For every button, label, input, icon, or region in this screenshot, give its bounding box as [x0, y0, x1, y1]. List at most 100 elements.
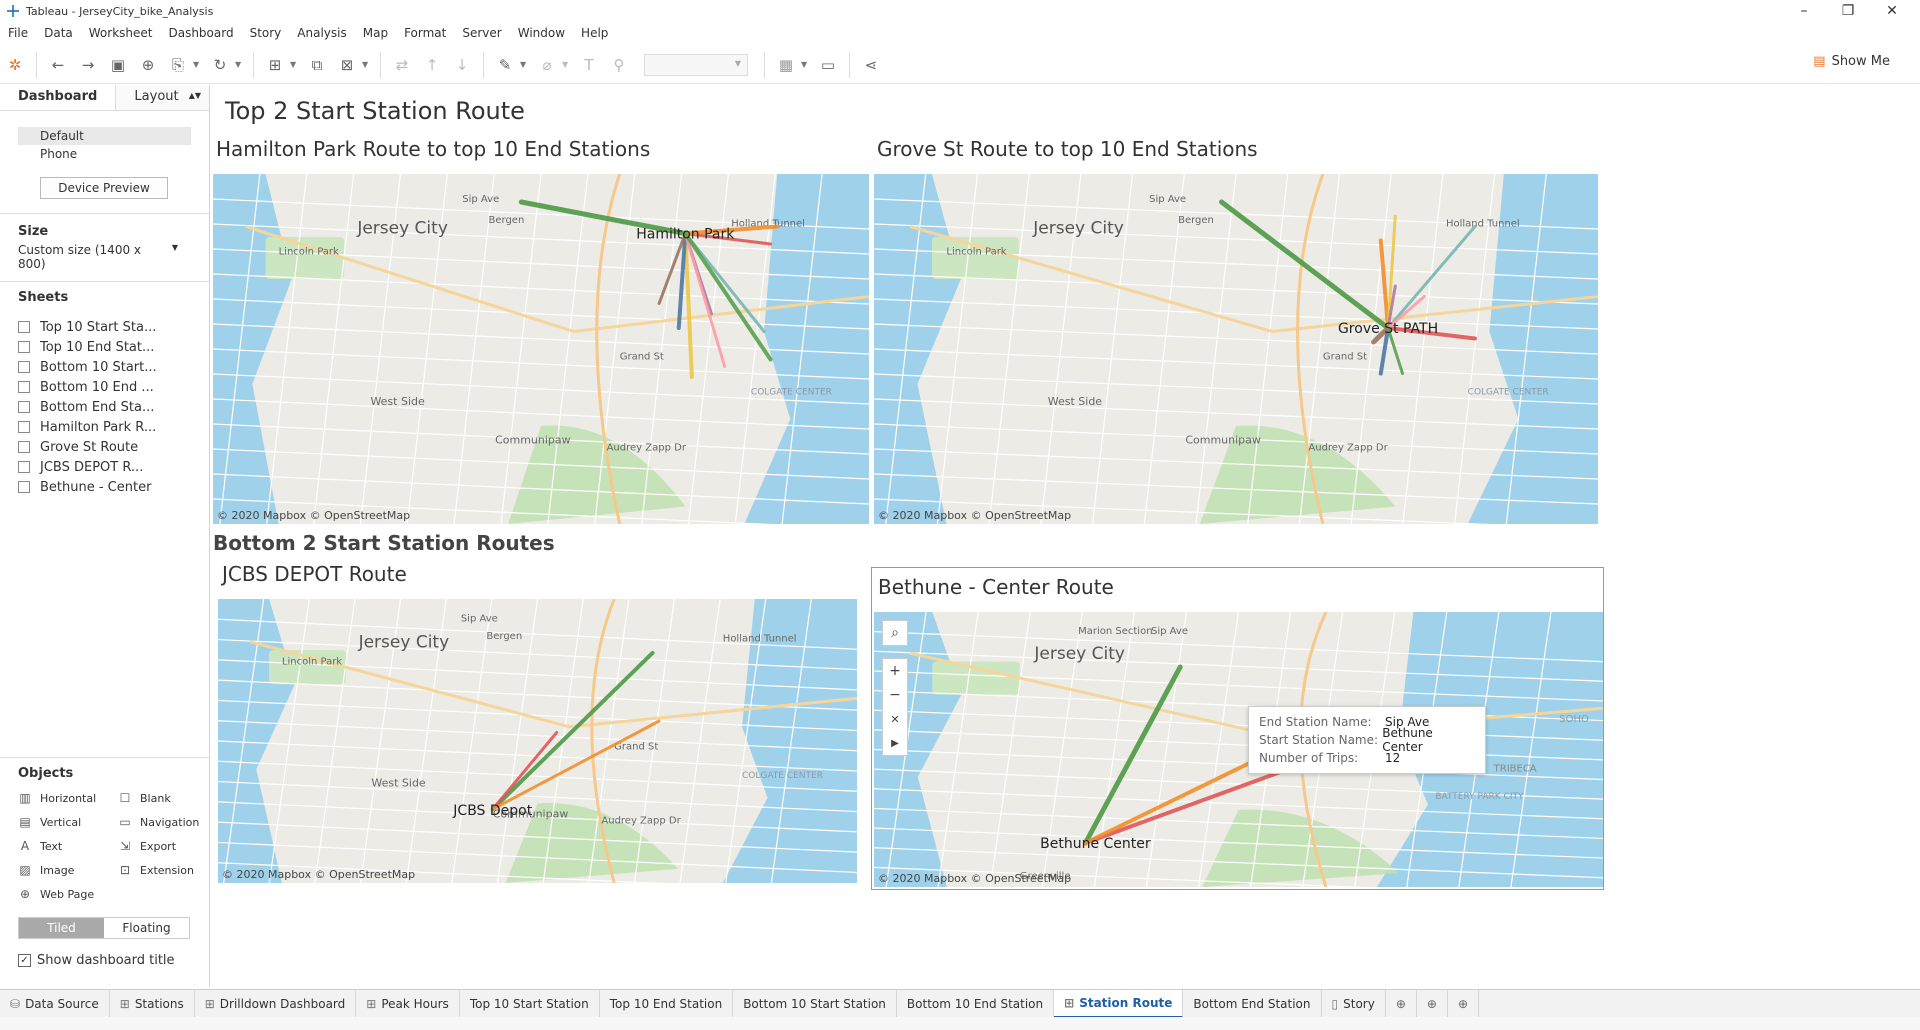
menu-analysis[interactable]: Analysis: [289, 26, 354, 40]
sheet-tab[interactable]: Top 10 End Station: [600, 989, 734, 1018]
sort-ascending-icon[interactable]: ↑: [420, 53, 444, 77]
zoom-in-icon[interactable]: +: [883, 659, 907, 683]
sheet-tab[interactable]: ⊞ Station Route: [1054, 989, 1184, 1018]
object-blank[interactable]: ☐ Blank: [118, 789, 218, 807]
new-story-icon[interactable]: ⊕: [1448, 989, 1480, 1018]
sheet-tab[interactable]: ⊞ Drilldown Dashboard: [195, 989, 357, 1018]
object-horizontal[interactable]: ▥ Horizontal: [18, 789, 118, 807]
share-icon[interactable]: ⋖: [859, 53, 883, 77]
map-attribution[interactable]: © 2020 Mapbox © OpenStreetMap: [878, 509, 1071, 522]
sort-descending-icon[interactable]: ↓: [450, 53, 474, 77]
map-attribution[interactable]: © 2020 Mapbox © OpenStreetMap: [878, 872, 1071, 885]
sheet-item[interactable]: Hamilton Park R...: [0, 417, 209, 437]
sheet-item[interactable]: Grove St Route: [0, 437, 209, 457]
close-button[interactable]: ✕: [1870, 0, 1914, 22]
sheet-tab[interactable]: ⊞ Stations: [110, 989, 195, 1018]
redo-icon[interactable]: →: [76, 53, 100, 77]
menu-format[interactable]: Format: [396, 26, 454, 40]
jcbs-depot-route-map[interactable]: Jersey City Sip Ave Bergen Lincoln Park West…: [218, 599, 857, 883]
expand-toolbar-icon[interactable]: ▶: [883, 731, 907, 755]
map-attribution[interactable]: © 2020 Mapbox © OpenStreetMap: [222, 868, 415, 881]
menu-help[interactable]: Help: [573, 26, 616, 40]
chevron-down-icon[interactable]: ▼: [290, 60, 298, 69]
menu-data[interactable]: Data: [36, 26, 81, 40]
new-dashboard-icon[interactable]: ⊕: [1417, 989, 1448, 1018]
new-data-source-icon[interactable]: ⊕: [136, 53, 160, 77]
fit-dropdown[interactable]: ▼: [644, 53, 748, 76]
labels-icon[interactable]: T: [577, 53, 601, 77]
chevron-down-icon[interactable]: ▼: [235, 60, 243, 69]
chevron-down-icon[interactable]: ▼: [562, 60, 570, 69]
clear-sheet-icon[interactable]: ⊠: [335, 53, 359, 77]
device-default[interactable]: Default: [18, 127, 191, 145]
device-preview-button[interactable]: Device Preview: [40, 177, 168, 199]
restore-button[interactable]: ❐: [1826, 0, 1870, 22]
sheet-item[interactable]: Bottom 10 End ...: [0, 377, 209, 397]
menu-window[interactable]: Window: [510, 26, 573, 40]
object-navigation[interactable]: ▭ Navigation: [118, 813, 218, 831]
pause-updates-icon[interactable]: ⎘: [166, 53, 190, 77]
swap-icon[interactable]: ⇄: [390, 53, 414, 77]
duplicate-icon[interactable]: ⧉: [305, 53, 329, 77]
sheet-tab-label: Bottom 10 End Station: [906, 996, 1044, 1011]
sheet-tab[interactable]: ⛁ Data Source: [0, 989, 110, 1018]
object-vertical[interactable]: ▤ Vertical: [18, 813, 118, 831]
undo-icon[interactable]: ←: [46, 53, 70, 77]
floating-button[interactable]: Floating: [104, 918, 189, 938]
checkbox-icon[interactable]: ✓: [18, 954, 31, 967]
show-me-button[interactable]: ▤ Show Me: [1813, 54, 1890, 69]
sheet-item[interactable]: Bottom End Sta...: [0, 397, 209, 417]
device-phone[interactable]: Phone: [18, 145, 191, 163]
search-icon[interactable]: ⌕: [883, 621, 907, 645]
sheet-item[interactable]: JCBS DEPOT R...: [0, 457, 209, 477]
sheet-item[interactable]: Bottom 10 Start...: [0, 357, 209, 377]
sheet-item[interactable]: Bethune - Center: [0, 477, 209, 497]
new-worksheet-icon[interactable]: ⊕: [1386, 989, 1417, 1018]
menu-file[interactable]: File: [0, 26, 36, 40]
save-icon[interactable]: ▣: [106, 53, 130, 77]
presentation-mode-icon[interactable]: ▭: [816, 53, 840, 77]
menu-map[interactable]: Map: [355, 26, 396, 40]
tab-layout[interactable]: Layout ▲▼: [115, 85, 209, 110]
sheet-tab[interactable]: ▯ Story: [1322, 989, 1386, 1018]
tab-dashboard[interactable]: Dashboard: [0, 85, 115, 110]
new-worksheet-icon[interactable]: ⊞: [263, 53, 287, 77]
hamilton-park-route-map[interactable]: Jersey City Sip Ave Bergen Lincoln Park West…: [213, 174, 869, 524]
chevron-down-icon[interactable]: ▼: [801, 60, 809, 69]
grove-st-route-map[interactable]: Jersey City Sip Ave Bergen Lincoln Park West…: [874, 174, 1598, 524]
menu-server[interactable]: Server: [454, 26, 509, 40]
object-export[interactable]: ⇲ Export: [118, 837, 218, 855]
sheet-tab[interactable]: Bottom End Station: [1183, 989, 1322, 1018]
sheet-tabs-bar: ⛁ Data Source ⊞ Stations ⊞ Drilldown Dashboar…: [0, 989, 1920, 1018]
show-cards-icon[interactable]: ▦: [774, 53, 798, 77]
reset-map-icon[interactable]: ✕: [883, 707, 907, 731]
menu-worksheet[interactable]: Worksheet: [81, 26, 161, 40]
object-image[interactable]: ▨ Image: [18, 861, 118, 879]
sheet-tab[interactable]: Bottom 10 Start Station: [733, 989, 897, 1018]
minimize-button[interactable]: –: [1782, 0, 1826, 22]
sheet-item[interactable]: Top 10 End Stat...: [0, 337, 209, 357]
show-title-checkbox-row[interactable]: ✓ Show dashboard title: [0, 939, 210, 982]
highlight-icon[interactable]: ✎: [493, 53, 517, 77]
map-attribution[interactable]: © 2020 Mapbox © OpenStreetMap: [217, 509, 410, 522]
object-extension[interactable]: ⊡ Extension: [118, 861, 218, 879]
bethune-center-route-map[interactable]: Jersey City Sip Ave Bethune Center Marion S…: [874, 612, 1603, 887]
tableau-home-icon[interactable]: ✲: [3, 53, 27, 77]
object-text[interactable]: A Text: [18, 837, 118, 855]
menu-dashboard[interactable]: Dashboard: [160, 26, 241, 40]
chevron-down-icon[interactable]: ▼: [193, 60, 201, 69]
zoom-out-icon[interactable]: −: [883, 683, 907, 707]
group-icon[interactable]: ⌀: [535, 53, 559, 77]
pin-icon[interactable]: ⚲: [607, 53, 631, 77]
chevron-down-icon[interactable]: ▼: [362, 60, 370, 69]
object-web-page[interactable]: ⊕ Web Page: [18, 885, 118, 903]
chevron-down-icon[interactable]: ▼: [520, 60, 528, 69]
tiled-button[interactable]: Tiled: [19, 918, 104, 938]
menu-story[interactable]: Story: [242, 26, 290, 40]
sheet-tab[interactable]: Bottom 10 End Station: [897, 989, 1055, 1018]
sheet-tab[interactable]: ⊞ Peak Hours: [356, 989, 460, 1018]
sheet-item[interactable]: Top 10 Start Sta...: [0, 317, 209, 337]
refresh-icon[interactable]: ↻: [208, 53, 232, 77]
sheet-tab[interactable]: Top 10 Start Station: [460, 989, 600, 1018]
size-dropdown[interactable]: Custom size (1400 x 800) ▼: [0, 239, 196, 275]
